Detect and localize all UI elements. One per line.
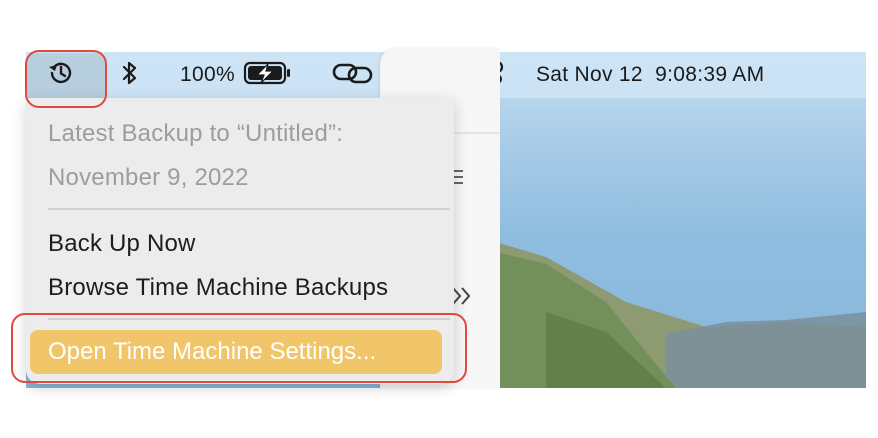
menu-separator [48, 208, 450, 210]
bluetooth-icon [120, 59, 140, 92]
link-icon [331, 59, 375, 92]
latest-backup-date: November 9, 2022 [48, 164, 249, 191]
clock[interactable]: Sat Nov 12 9:08:39 AM [536, 52, 764, 98]
annotation-ring-time-machine [25, 50, 107, 108]
back-up-now-item[interactable]: Back Up Now [48, 230, 196, 258]
clock-text: Sat Nov 12 9:08:39 AM [536, 63, 765, 86]
battery-charging-icon [243, 60, 293, 91]
browse-backups-item[interactable]: Browse Time Machine Backups [48, 274, 388, 302]
link-menu[interactable] [331, 52, 375, 98]
battery-percent: 100% [180, 63, 235, 86]
battery-menu[interactable]: 100% [180, 52, 293, 98]
latest-backup-label: Latest Backup to “Untitled”: [48, 120, 344, 147]
bluetooth-menu[interactable] [120, 52, 140, 98]
annotation-ring-settings [11, 313, 467, 383]
